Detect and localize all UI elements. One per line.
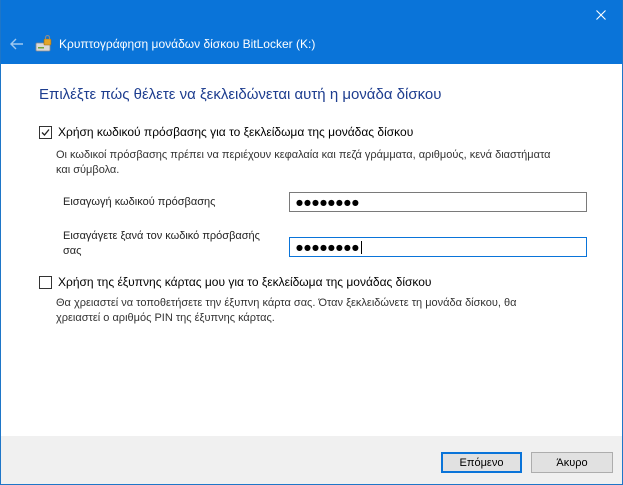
smartcard-option-label: Χρήση της έξυπνης κάρτας μου για το ξεκλ…	[58, 275, 432, 289]
title-bar: Κρυπτογράφηση μονάδων δίσκου BitLocker (…	[1, 0, 622, 64]
checkmark-icon	[41, 128, 50, 136]
smartcard-checkbox[interactable]	[39, 275, 52, 289]
next-button[interactable]: Επόμενο	[441, 452, 522, 473]
password-option-label: Χρήση κωδικού πρόσβασης για το ξεκλείδωμ…	[58, 125, 414, 139]
enter-password-input[interactable]: ●●●●●●●●	[289, 192, 587, 212]
cancel-button[interactable]: Άκυρο	[531, 452, 613, 473]
smartcard-option[interactable]: Χρήση της έξυπνης κάρτας μου για το ξεκλ…	[39, 275, 431, 289]
bitlocker-dialog: Κρυπτογράφηση μονάδων δίσκου BitLocker (…	[0, 0, 623, 485]
enter-password-value: ●●●●●●●●	[296, 197, 360, 207]
back-button[interactable]	[7, 34, 27, 54]
back-arrow-icon	[10, 38, 23, 50]
smartcard-description: Θα χρειαστεί να τοποθετήσετε την έξυπνη …	[56, 297, 517, 324]
bitlocker-drive-icon	[35, 35, 53, 53]
reenter-password-label: Εισαγάγετε ξανά τον κωδικό πρόσβασής σας	[63, 230, 260, 257]
reenter-password-input[interactable]: ●●●●●●●●	[289, 237, 587, 257]
reenter-password-value: ●●●●●●●●	[296, 242, 360, 252]
password-option[interactable]: Χρήση κωδικού πρόσβασης για το ξεκλείδωμ…	[39, 125, 413, 139]
close-icon	[596, 10, 606, 20]
password-checkbox[interactable]	[39, 125, 52, 139]
window-title: Κρυπτογράφηση μονάδων δίσκου BitLocker (…	[59, 37, 316, 51]
page-heading: Επιλέξτε πώς θέλετε να ξεκλειδώνεται αυτ…	[39, 86, 442, 103]
dialog-footer: Επόμενο Άκυρο	[1, 436, 622, 484]
enter-password-label: Εισαγωγή κωδικού πρόσβασης	[63, 196, 216, 208]
password-requirements-text: Οι κωδικοί πρόσβασης πρέπει να περιέχουν…	[56, 149, 551, 176]
close-button[interactable]	[586, 2, 616, 28]
text-caret	[360, 240, 362, 254]
